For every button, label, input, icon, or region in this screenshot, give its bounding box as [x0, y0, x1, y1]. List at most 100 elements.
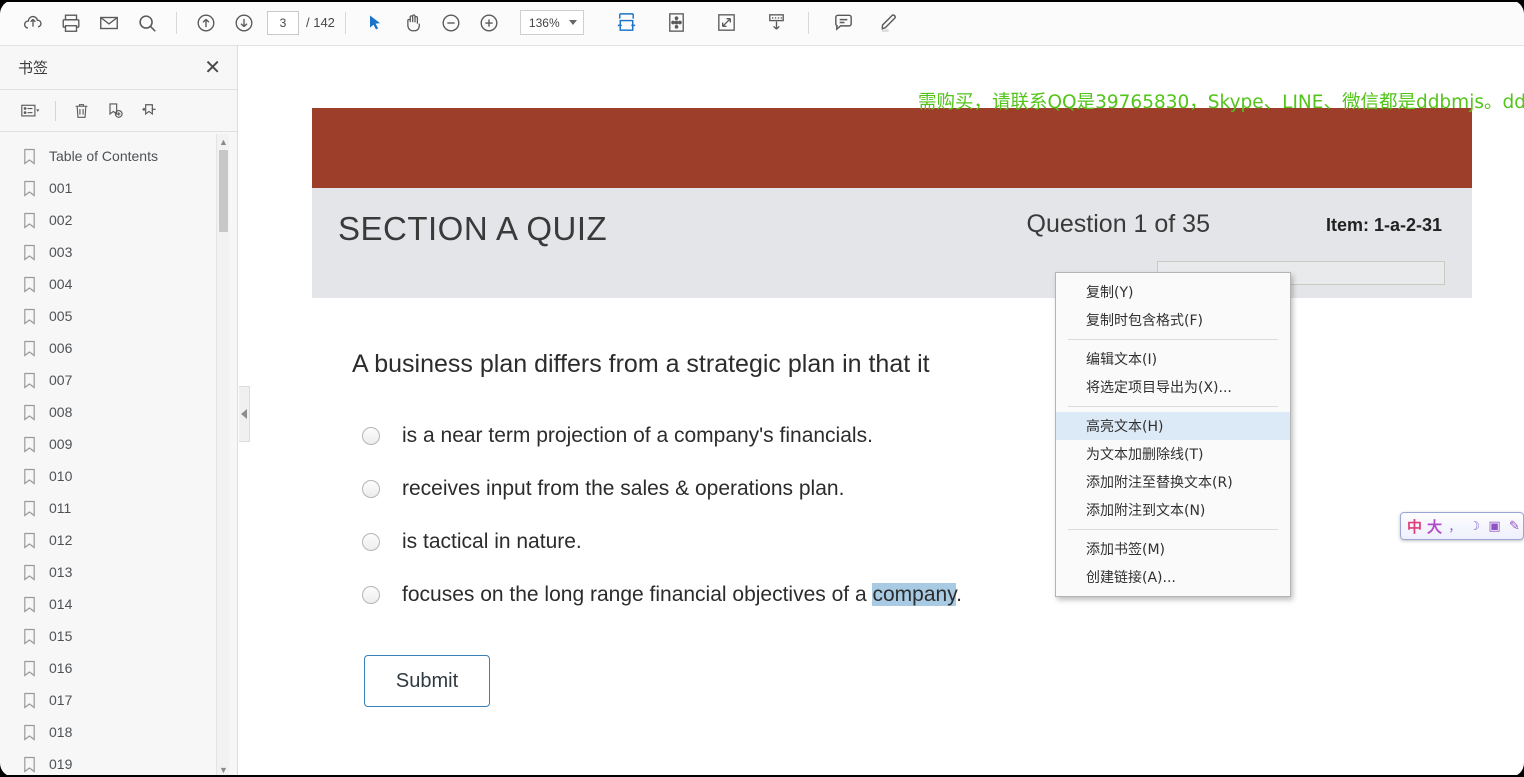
list-options-icon[interactable]	[14, 96, 46, 126]
bookmark-row[interactable]: 004	[0, 268, 220, 300]
ime-chinese-mode-icon[interactable]: 中	[1406, 516, 1423, 536]
bookmark-icon	[22, 308, 37, 325]
zoom-level-select[interactable]: 136%	[519, 10, 584, 35]
bookmark-icon	[22, 756, 37, 773]
answer-option[interactable]: is a near term projection of a company's…	[352, 409, 1472, 462]
email-icon[interactable]	[90, 4, 128, 42]
comment-bubble-icon[interactable]	[825, 4, 863, 42]
item-code-label: Item: 1-a-2-31	[1325, 215, 1442, 235]
bookmark-icon	[22, 596, 37, 613]
radio-button[interactable]	[362, 426, 380, 445]
ime-punctuation-icon[interactable]: ，	[1446, 516, 1463, 536]
ime-settings-icon[interactable]: ✎	[1506, 516, 1523, 536]
ime-floating-toolbar[interactable]: 中大， ☽ ▣ ✎	[1400, 512, 1524, 540]
answer-option-label: focuses on the long range financial obje…	[402, 582, 962, 606]
select-cursor-icon[interactable]	[356, 4, 394, 42]
context-menu[interactable]: 复制(Y) 复制时包含格式(F) 编辑文本(I) 将选定项目导出为(X)... 高亮文本…	[1055, 272, 1291, 597]
zoom-in-icon[interactable]	[470, 4, 508, 42]
download-form-icon[interactable]	[758, 4, 796, 42]
previous-page-icon[interactable]	[187, 4, 225, 42]
context-menu-item[interactable]: 将选定项目导出为(X)...	[1056, 373, 1290, 401]
bookmark-label: 019	[49, 756, 73, 772]
zoom-out-icon[interactable]	[432, 4, 470, 42]
chevron-down-icon	[568, 20, 577, 25]
bookmark-row[interactable]: 015	[0, 620, 220, 652]
sidebar-tool-divider	[55, 100, 56, 121]
toolbar-divider-2	[344, 11, 346, 34]
answer-option[interactable]: receives input from the sales & operatio…	[352, 462, 1472, 515]
add-bookmark-icon[interactable]	[99, 96, 131, 126]
bookmark-label: 007	[49, 372, 73, 388]
bookmark-list[interactable]: Table of Contents 001 002 003 004 005 006 007 00…	[0, 134, 220, 777]
upload-cloud-icon[interactable]	[14, 4, 52, 42]
answer-option[interactable]: focuses on the long range financial obje…	[352, 568, 1472, 621]
bookmark-row[interactable]: 006	[0, 332, 220, 364]
next-page-icon[interactable]	[225, 4, 263, 42]
submit-button[interactable]: Submit	[364, 655, 490, 707]
bookmark-row[interactable]: 008	[0, 396, 220, 428]
radio-button[interactable]	[362, 532, 380, 551]
full-screen-icon[interactable]	[708, 4, 746, 42]
bookmark-row[interactable]: 007	[0, 364, 220, 396]
close-icon[interactable]: ✕	[204, 58, 221, 78]
page-number-input[interactable]	[267, 10, 299, 35]
radio-button[interactable]	[362, 479, 380, 498]
ime-toolbox-icon[interactable]: ▣	[1486, 516, 1503, 536]
context-menu-item[interactable]: 添加书签(M)	[1056, 535, 1290, 563]
print-icon[interactable]	[52, 4, 90, 42]
hand-pan-icon[interactable]	[394, 4, 432, 42]
context-menu-item[interactable]: 添加附注至替换文本(R)	[1056, 468, 1290, 496]
context-menu-item[interactable]: 为文本加删除线(T)	[1056, 440, 1290, 468]
bookmark-row[interactable]: 011	[0, 492, 220, 524]
context-menu-separator	[1068, 529, 1278, 530]
bookmark-row[interactable]: 013	[0, 556, 220, 588]
context-menu-item[interactable]: 高亮文本(H)	[1056, 412, 1290, 440]
answer-option[interactable]: is tactical in nature.	[352, 515, 1472, 568]
bookmark-row[interactable]: Table of Contents	[0, 140, 220, 172]
bookmark-row[interactable]: 001	[0, 172, 220, 204]
text-selection-highlight: company	[872, 582, 957, 606]
bookmark-row[interactable]: 016	[0, 652, 220, 684]
expand-bookmarks-icon[interactable]	[133, 96, 165, 126]
bookmark-row[interactable]: 019	[0, 748, 220, 777]
page-total-label: / 142	[306, 15, 335, 30]
bookmark-icon	[22, 372, 37, 389]
sidebar-collapse-handle[interactable]	[239, 386, 250, 442]
ime-moon-icon[interactable]: ☽	[1466, 516, 1483, 536]
bookmark-row[interactable]: 012	[0, 524, 220, 556]
bookmark-label: 002	[49, 212, 73, 228]
scroll-down-icon[interactable]: ▼	[217, 762, 230, 777]
fit-page-icon[interactable]	[658, 4, 696, 42]
context-menu-item[interactable]: 复制时包含格式(F)	[1056, 306, 1290, 334]
delete-bookmark-icon[interactable]	[65, 96, 97, 126]
scroll-up-icon[interactable]: ▲	[217, 134, 230, 149]
bookmark-row[interactable]: 018	[0, 716, 220, 748]
bookmark-row[interactable]: 014	[0, 588, 220, 620]
page-title: SECTION A QUIZ	[338, 210, 608, 247]
bookmark-row[interactable]: 010	[0, 460, 220, 492]
context-menu-item[interactable]: 复制(Y)	[1056, 278, 1290, 306]
context-menu-item[interactable]: 创建链接(A)...	[1056, 563, 1290, 591]
highlighter-pen-icon[interactable]	[871, 4, 909, 42]
ime-fullwidth-icon[interactable]: 大	[1426, 516, 1443, 536]
sidebar-scrollbar[interactable]: ▲ ▼	[216, 134, 229, 777]
pdf-page: SECTION A QUIZ Question 1 of 35 Item: 1-…	[312, 108, 1472, 707]
question-text: A business plan differs from a strategic…	[352, 350, 930, 378]
context-menu-item[interactable]: 编辑文本(I)	[1056, 345, 1290, 373]
sidebar-title: 书签	[18, 60, 49, 77]
bookmark-row[interactable]: 002	[0, 204, 220, 236]
bookmark-row[interactable]: 005	[0, 300, 220, 332]
bookmarks-sidebar: 书签 ✕ Table of Contents 001 002 003 004 0…	[0, 46, 238, 777]
bookmark-row[interactable]: 003	[0, 236, 220, 268]
fit-width-icon[interactable]	[608, 4, 646, 42]
bookmark-icon	[22, 692, 37, 709]
bookmark-icon	[22, 148, 37, 165]
bookmark-label: 001	[49, 180, 73, 196]
bookmark-row[interactable]: 009	[0, 428, 220, 460]
scrollbar-thumb[interactable]	[219, 150, 228, 232]
bookmark-label: 016	[49, 660, 73, 676]
search-icon[interactable]	[128, 4, 166, 42]
bookmark-row[interactable]: 017	[0, 684, 220, 716]
radio-button[interactable]	[362, 585, 380, 604]
context-menu-item[interactable]: 添加附注到文本(N)	[1056, 496, 1290, 524]
